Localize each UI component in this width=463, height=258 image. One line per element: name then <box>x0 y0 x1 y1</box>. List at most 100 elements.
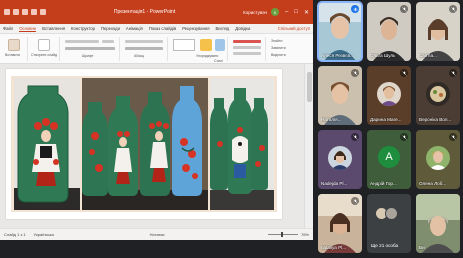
minimize-button[interactable]: – <box>285 9 288 16</box>
tab-design[interactable]: Конструктор <box>71 26 95 31</box>
font-size-field[interactable] <box>102 40 114 43</box>
language-indicator[interactable]: Українська <box>34 232 54 237</box>
shape-outline-button[interactable] <box>233 46 261 49</box>
font-name-field[interactable] <box>65 40 99 43</box>
align-buttons[interactable] <box>125 47 163 50</box>
status-bar: Слайд 1 з 1 Українська Нотатки 76% <box>0 228 313 240</box>
paste-icon[interactable] <box>8 39 20 51</box>
mic-muted-indicator <box>400 69 408 77</box>
participant-avatar <box>377 81 401 106</box>
participant-tile[interactable]: Ольга Шуль <box>367 2 411 61</box>
participant-name: Вероніка Вол... <box>419 117 452 122</box>
mic-muted-indicator <box>351 197 359 205</box>
styles-icon[interactable] <box>215 39 225 51</box>
slide[interactable] <box>6 69 282 219</box>
more-participants-label: Ще 21 особа <box>371 243 399 248</box>
slides-group: Створити слайд <box>30 37 60 61</box>
photo-bottle-1[interactable] <box>14 78 80 210</box>
redo-icon[interactable] <box>31 9 37 15</box>
vertical-scrollbar[interactable] <box>304 64 313 228</box>
arrange-label: Упорядкувати <box>196 54 219 58</box>
user-name[interactable]: Користувач <box>243 10 267 15</box>
autosave-icon[interactable] <box>4 9 10 15</box>
mic-muted-indicator <box>400 5 408 13</box>
mic-muted-indicator <box>449 5 457 13</box>
mini-avatar <box>385 207 398 220</box>
shape-effects-button[interactable] <box>233 52 261 55</box>
find-button[interactable]: Знайти <box>271 39 283 43</box>
participant-tile[interactable]: Nadejda Pl... <box>318 130 362 189</box>
participant-tile[interactable]: nataliya Pl... <box>318 194 362 253</box>
participant-tile[interactable]: Алеся Резвєв... <box>317 1 363 62</box>
tab-file[interactable]: Файл <box>3 26 13 31</box>
meeting-bottom-area <box>0 240 313 258</box>
mic-muted-indicator <box>351 133 359 141</box>
select-button[interactable]: Виділити <box>271 53 286 57</box>
zoom-control: 76% <box>267 231 309 237</box>
list-buttons[interactable] <box>125 40 163 43</box>
share-button[interactable]: Спільний доступ <box>278 26 310 31</box>
close-button[interactable]: ✕ <box>304 9 309 16</box>
tab-home[interactable]: Основне <box>19 26 37 32</box>
participant-name: Андрій Гор... <box>370 181 397 186</box>
shapes-gallery[interactable] <box>173 39 195 51</box>
new-slide-icon[interactable] <box>38 39 50 51</box>
title-bar: Презентація1 - PowerPoint Користувач К –… <box>0 0 313 24</box>
self-view-tile[interactable]: Ви <box>416 194 460 253</box>
quick-access-toolbar <box>4 9 46 15</box>
participant-tile[interactable]: Дарина Маге... <box>367 66 411 125</box>
mic-off-icon <box>352 70 358 76</box>
tab-review[interactable]: Рецензування <box>182 26 209 31</box>
notes-button[interactable]: Нотатки <box>150 232 165 237</box>
tab-animations[interactable]: Анімація <box>126 26 143 31</box>
clipboard-group: Вставити <box>2 37 28 61</box>
audio-wave-icon <box>353 7 357 11</box>
mic-muted-indicator <box>351 69 359 77</box>
tab-transitions[interactable]: Переходи <box>101 26 120 31</box>
participant-tile[interactable]: Вероніка Вол... <box>416 66 460 125</box>
maximize-button[interactable]: □ <box>294 9 298 16</box>
photo-bottle-3[interactable] <box>210 78 274 210</box>
mic-off-icon <box>352 134 358 140</box>
mic-off-icon <box>450 70 456 76</box>
drawing-group: Упорядкувати Стилі <box>170 37 228 63</box>
slide-background <box>11 76 277 212</box>
zoom-slider[interactable] <box>267 231 298 237</box>
replace-button[interactable]: Замінити <box>271 46 286 50</box>
font-format-buttons[interactable] <box>65 47 115 50</box>
participant-name: Nadejda Pl... <box>321 181 348 186</box>
participant-tile[interactable]: Світла... <box>416 2 460 61</box>
undo-icon[interactable] <box>22 9 28 15</box>
participant-tile[interactable]: Наталія... <box>318 66 362 125</box>
slide-counter: Слайд 1 з 1 <box>4 232 26 237</box>
scrollbar-thumb[interactable] <box>307 72 312 102</box>
participant-initial-avatar: A <box>378 145 400 168</box>
styles-label: Стилі <box>214 59 223 63</box>
participant-tile[interactable]: Олена Лоб... <box>416 130 460 189</box>
paragraph-group-label: Абзац <box>134 54 144 58</box>
photo-bottle-group[interactable] <box>82 78 208 210</box>
arrange-icon[interactable] <box>200 39 212 51</box>
screen: Презентація1 - PowerPoint Користувач К –… <box>0 0 463 258</box>
tab-slideshow[interactable]: Показ слайдів <box>149 26 176 31</box>
user-avatar[interactable]: К <box>271 8 279 16</box>
participant-name: Наталія... <box>321 117 342 122</box>
more-participants-avatars <box>375 207 398 220</box>
editing-group: Знайти Замінити Виділити <box>268 37 310 61</box>
ribbon-tabs: Файл Основне Вставлення Конструктор Пере… <box>0 24 313 34</box>
mic-off-icon <box>401 134 407 140</box>
shape-fill-button[interactable] <box>233 40 261 43</box>
participant-avatar <box>426 81 450 106</box>
more-participants-tile[interactable]: Ще 21 особа <box>367 194 411 253</box>
save-icon[interactable] <box>13 9 19 15</box>
zoom-level[interactable]: 76% <box>301 232 309 237</box>
tab-insert[interactable]: Вставлення <box>42 26 65 31</box>
tab-help[interactable]: Довідка <box>235 26 250 31</box>
font-group: Шрифт <box>62 37 120 61</box>
mic-off-icon <box>352 198 358 204</box>
window-title: Презентація1 - PowerPoint <box>113 9 176 15</box>
tab-view[interactable]: Вигляд <box>216 26 230 31</box>
participant-tile[interactable]: A Андрій Гор... <box>367 130 411 189</box>
slide-canvas[interactable] <box>0 64 313 228</box>
ribbon: Вставити Створити слайд Шрифт Абзац Упор <box>0 34 313 64</box>
